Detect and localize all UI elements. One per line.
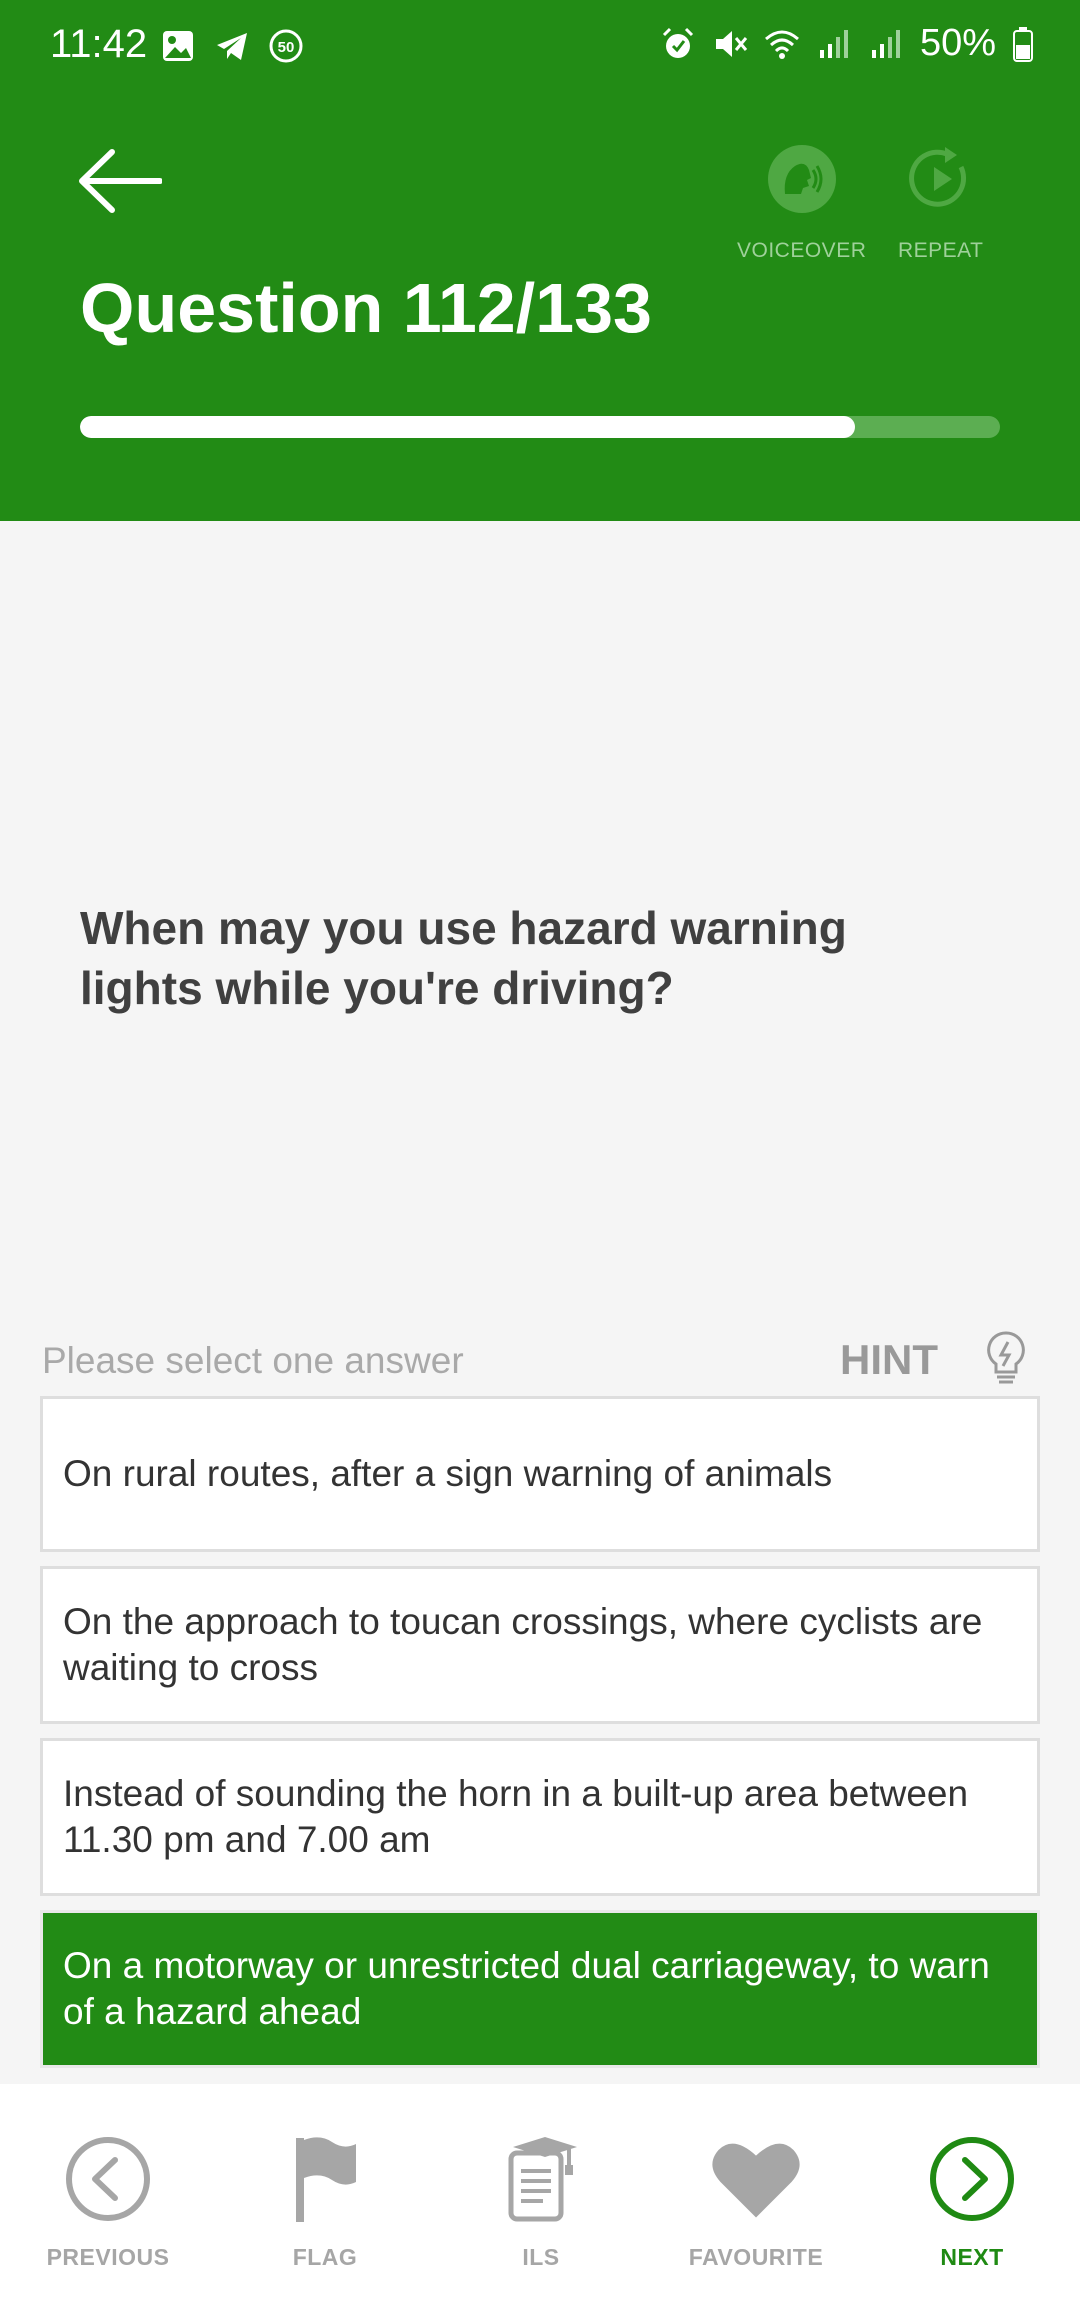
ils-book-icon [496, 2134, 586, 2224]
ils-label: ILS [522, 2244, 560, 2270]
telegram-icon [217, 33, 247, 60]
wifi-icon [764, 30, 799, 59]
heart-icon [711, 2134, 801, 2224]
flag-button[interactable]: FLAG [225, 2134, 425, 2271]
chevron-right-circle-icon [927, 2134, 1017, 2224]
voiceover-icon [767, 145, 836, 213]
next-label: NEXT [940, 2244, 1004, 2270]
flag-label: FLAG [292, 2244, 358, 2270]
answer-option-3[interactable]: Instead of sounding the horn in a built-… [40, 1738, 1040, 1896]
answer-instruction-row: Please select one answer HINT [42, 1330, 1038, 1386]
next-button[interactable]: NEXT [872, 2134, 1072, 2271]
answer-option-2[interactable]: On the approach to toucan crossings, whe… [40, 1566, 1040, 1724]
bottom-nav: PREVIOUS FLAG ILS FAVOURITE NEXT [0, 2084, 1080, 2316]
status-right-icons: 50% [660, 22, 1034, 65]
select-instruction: Please select one answer [42, 1340, 464, 1381]
lightbulb-icon[interactable] [984, 1330, 1028, 1386]
battery-percent: 50% [919, 22, 996, 64]
status-time: 11:42 [50, 22, 148, 66]
signal-icon [819, 29, 848, 58]
hint-button[interactable]: HINT [840, 1336, 938, 1384]
badge-50-icon: 50 [269, 29, 303, 63]
repeat-button[interactable]: REPEAT [898, 145, 983, 263]
answer-list: On rural routes, after a sign warning of… [40, 1396, 1040, 2082]
ils-button[interactable]: ILS [441, 2134, 641, 2271]
status-left-icons: 50 [160, 28, 304, 64]
voiceover-label: VOICEOVER [737, 239, 867, 262]
progress-bar [80, 416, 1000, 438]
signal-icon [871, 29, 900, 58]
back-arrow-icon[interactable] [78, 148, 162, 214]
voiceover-button[interactable]: VOICEOVER [737, 145, 866, 263]
status-bar: 11:42 50 50% [0, 0, 1080, 96]
answer-option-text: On a motorway or unrestricted dual carri… [63, 1945, 990, 2032]
mute-icon [715, 30, 748, 57]
image-icon [163, 31, 193, 61]
previous-button[interactable]: PREVIOUS [8, 2134, 208, 2271]
previous-label: PREVIOUS [46, 2244, 170, 2270]
answer-option-text: On rural routes, after a sign warning of… [63, 1453, 833, 1494]
answer-option-4-selected[interactable]: On a motorway or unrestricted dual carri… [40, 1910, 1040, 2068]
favourite-label: FAVOURITE [688, 2244, 824, 2270]
question-text: When may you use hazard warning lights w… [80, 902, 847, 1014]
answer-option-text: On the approach to toucan crossings, whe… [63, 1601, 983, 1688]
answer-option-text: Instead of sounding the horn in a built-… [63, 1773, 969, 1860]
question-counter-title: Question 112/133 [80, 269, 652, 347]
battery-icon [1013, 26, 1033, 62]
favourite-button[interactable]: FAVOURITE [656, 2134, 856, 2271]
answer-option-1[interactable]: On rural routes, after a sign warning of… [40, 1396, 1040, 1552]
alarm-icon [662, 27, 693, 58]
repeat-icon [907, 145, 975, 213]
repeat-label: REPEAT [898, 239, 984, 262]
header: 11:42 50 50% VOICEOVER REPEAT Question 1… [0, 0, 1080, 521]
progress-fill [80, 416, 855, 438]
chevron-left-circle-icon [63, 2134, 153, 2224]
flag-icon [280, 2134, 370, 2224]
badge-50-text: 50 [278, 39, 295, 56]
